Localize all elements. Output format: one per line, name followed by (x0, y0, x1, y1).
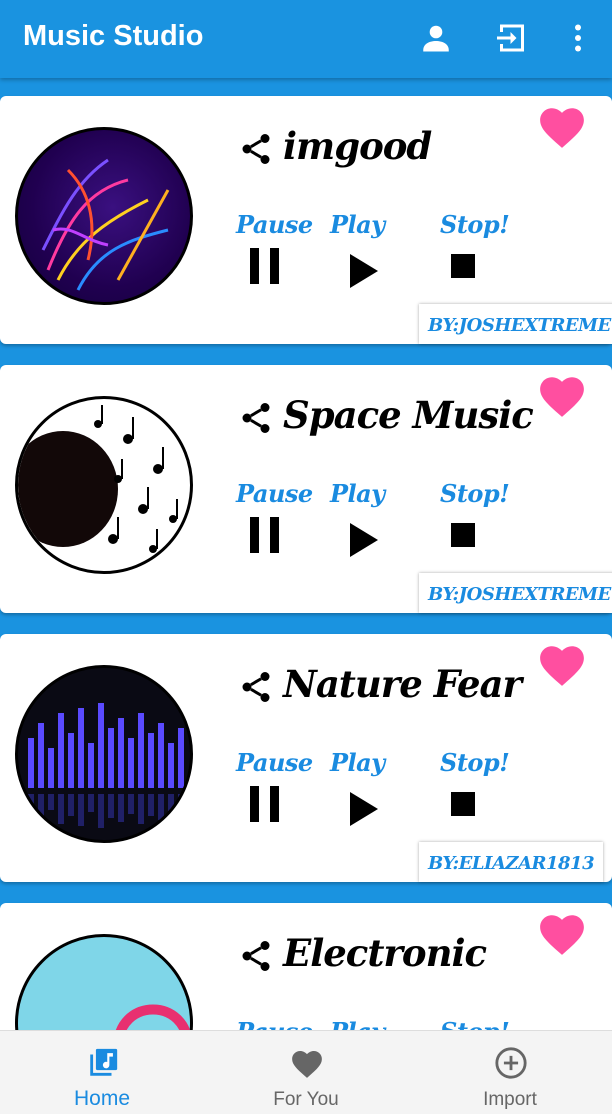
stop-label: Stop! (440, 1017, 510, 1030)
more-vert-icon[interactable] (560, 20, 596, 56)
pause-icon[interactable] (249, 517, 281, 553)
pause-icon[interactable] (249, 786, 281, 822)
song-title: Space Music (283, 393, 534, 437)
pause-label: Pause (236, 479, 313, 508)
play-icon[interactable] (348, 523, 380, 557)
stop-label: Stop! (440, 748, 510, 777)
stop-icon[interactable] (451, 792, 475, 816)
pause-icon[interactable] (249, 248, 281, 284)
nav-home[interactable]: Home (0, 1031, 204, 1114)
album-art[interactable] (15, 665, 193, 843)
song-list[interactable]: imgood Pause Play Stop! BY:JOSHEXTREME S… (0, 80, 612, 1030)
author-badge: BY:JOSHEXTREME (419, 573, 612, 613)
share-icon[interactable] (238, 938, 274, 974)
nav-for-you-label: For You (273, 1089, 339, 1110)
album-art[interactable] (15, 934, 193, 1030)
app-bar: Music Studio (0, 0, 612, 78)
author-badge: BY:ELIAZAR1813 (419, 842, 604, 882)
play-icon[interactable] (348, 792, 380, 826)
stop-label: Stop! (440, 210, 510, 239)
nav-import[interactable]: Import (408, 1031, 612, 1114)
play-icon[interactable] (348, 254, 380, 288)
song-title: Nature Fear (283, 662, 522, 706)
author-badge: BY:JOSHEXTREME (419, 304, 612, 344)
bottom-navigation: Home For You Import (0, 1030, 612, 1114)
play-label: Play (330, 210, 385, 239)
song-card: Nature Fear Pause Play Stop! BY:ELIAZAR1… (0, 634, 612, 882)
nav-import-label: Import (483, 1089, 537, 1110)
music-library-icon (90, 1048, 118, 1076)
exit-icon[interactable] (494, 20, 530, 56)
album-art[interactable] (15, 396, 193, 574)
play-label: Play (330, 748, 385, 777)
album-art[interactable] (15, 127, 193, 305)
share-icon[interactable] (238, 131, 274, 167)
account-icon[interactable] (418, 20, 454, 56)
share-icon[interactable] (238, 669, 274, 705)
app-title: Music Studio (23, 20, 204, 52)
nav-for-you[interactable]: For You (204, 1031, 408, 1114)
song-title: imgood (283, 124, 432, 168)
song-card: Electronic Pause Play Stop! (0, 903, 612, 1030)
song-title: Electronic (283, 931, 487, 975)
nav-home-label: Home (73, 1087, 131, 1110)
favorite-heart-icon[interactable] (537, 371, 587, 419)
pause-label: Pause (236, 210, 313, 239)
stop-icon[interactable] (451, 254, 475, 278)
song-card: imgood Pause Play Stop! BY:JOSHEXTREME (0, 96, 612, 344)
pause-label: Pause (236, 1017, 313, 1030)
share-icon[interactable] (238, 400, 274, 436)
favorite-heart-icon[interactable] (537, 102, 587, 150)
pause-label: Pause (236, 748, 313, 777)
play-label: Play (330, 479, 385, 508)
favorite-heart-icon[interactable] (537, 909, 587, 957)
favorite-heart-icon[interactable] (537, 640, 587, 688)
stop-icon[interactable] (451, 523, 475, 547)
stop-label: Stop! (440, 479, 510, 508)
heart-icon (292, 1050, 322, 1078)
play-label: Play (330, 1017, 385, 1030)
song-card: Space Music Pause Play Stop! BY:JOSHEXTR… (0, 365, 612, 613)
add-circle-icon (495, 1047, 527, 1079)
